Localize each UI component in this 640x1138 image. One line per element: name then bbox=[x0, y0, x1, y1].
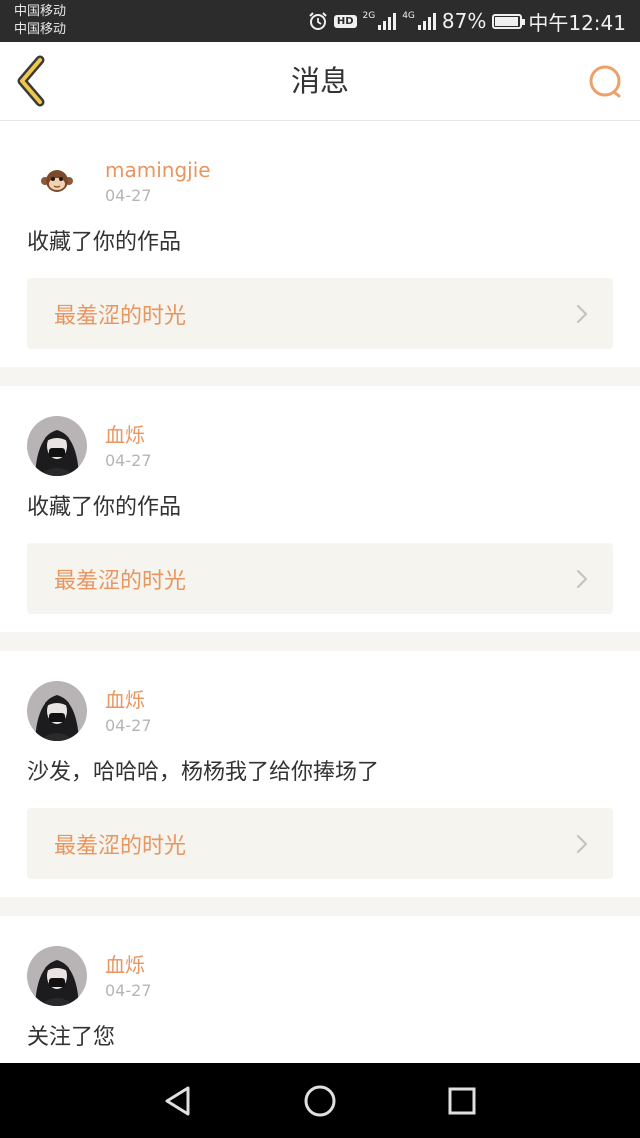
status-bar: 中国移动 中国移动 HD 2G 4G 87% 中午12:41 bbox=[0, 0, 640, 42]
chevron-right-icon bbox=[576, 834, 588, 853]
signal-type-label: 2G bbox=[362, 11, 376, 21]
nav-home-button[interactable] bbox=[300, 1081, 340, 1121]
carrier-2-label: 中国移动 bbox=[14, 22, 67, 37]
work-title: 最羞涩的时光 bbox=[54, 568, 187, 594]
recents-square-icon bbox=[448, 1087, 476, 1115]
avatar[interactable] bbox=[27, 416, 87, 476]
monkey-avatar-icon bbox=[27, 151, 87, 211]
work-title: 最羞涩的时光 bbox=[54, 833, 187, 859]
message-date: 04-27 bbox=[105, 451, 152, 470]
message-list[interactable]: mamingjie 04-27 收藏了你的作品 最羞涩的时光 血烁 04-27 … bbox=[0, 121, 640, 1063]
hd-icon: HD bbox=[333, 14, 357, 28]
search-button[interactable] bbox=[586, 62, 626, 102]
work-link[interactable]: 最羞涩的时光 bbox=[27, 543, 613, 614]
message-date: 04-27 bbox=[105, 186, 152, 205]
message-card[interactable]: mamingjie 04-27 收藏了你的作品 最羞涩的时光 bbox=[0, 121, 640, 386]
avatar[interactable] bbox=[27, 681, 87, 741]
alarm-icon bbox=[309, 12, 327, 30]
chevron-right-icon bbox=[576, 569, 588, 588]
work-link[interactable]: 最羞涩的时光 bbox=[27, 808, 613, 879]
message-card[interactable]: 血烁 04-27 关注了您 bbox=[0, 916, 640, 1053]
masked-girl-avatar-icon bbox=[27, 681, 87, 741]
nav-recents-button[interactable] bbox=[442, 1081, 482, 1121]
masked-girl-avatar-icon bbox=[27, 946, 87, 1006]
search-icon bbox=[589, 65, 621, 98]
clock-time: 中午12:41 bbox=[528, 10, 626, 35]
username[interactable]: 血烁 bbox=[105, 422, 152, 448]
message-text: 沙发，哈哈哈，杨杨我了给你捧场了 bbox=[27, 760, 380, 785]
message-card[interactable]: 血烁 04-27 收藏了你的作品 最羞涩的时光 bbox=[0, 386, 640, 651]
work-link[interactable]: 最羞涩的时光 bbox=[27, 278, 613, 349]
back-triangle-icon bbox=[165, 1086, 190, 1116]
message-text: 关注了您 bbox=[27, 1025, 116, 1050]
top-header: 消息 bbox=[0, 42, 640, 121]
work-title: 最羞涩的时光 bbox=[54, 303, 187, 329]
username[interactable]: 血烁 bbox=[105, 952, 152, 978]
message-date: 04-27 bbox=[105, 716, 152, 735]
signal-icon: 4G bbox=[402, 12, 436, 30]
battery-icon bbox=[492, 13, 526, 29]
nav-back-button[interactable] bbox=[158, 1081, 198, 1121]
page-title: 消息 bbox=[290, 64, 349, 98]
system-nav-bar bbox=[0, 1063, 640, 1138]
home-circle-icon bbox=[304, 1085, 336, 1117]
signal-type-label: 4G bbox=[402, 11, 415, 21]
username[interactable]: 血烁 bbox=[105, 687, 152, 713]
avatar[interactable] bbox=[27, 151, 87, 211]
message-text: 收藏了你的作品 bbox=[27, 495, 182, 520]
username[interactable]: mamingjie bbox=[105, 157, 211, 183]
masked-girl-avatar-icon bbox=[27, 416, 87, 476]
battery-percent: 87% bbox=[441, 9, 487, 33]
avatar[interactable] bbox=[27, 946, 87, 1006]
carrier-info: 中国移动 中国移动 bbox=[14, 3, 66, 39]
chevron-right-icon bbox=[576, 304, 588, 323]
message-card[interactable]: 血烁 04-27 沙发，哈哈哈，杨杨我了给你捧场了 最羞涩的时光 bbox=[0, 651, 640, 916]
status-icons: HD 2G 4G 87% 中午12:41 bbox=[308, 0, 626, 42]
carrier-1-label: 中国移动 bbox=[14, 4, 67, 19]
message-date: 04-27 bbox=[105, 981, 152, 1000]
signal-icon: 2G bbox=[363, 12, 397, 30]
message-text: 收藏了你的作品 bbox=[27, 230, 182, 255]
